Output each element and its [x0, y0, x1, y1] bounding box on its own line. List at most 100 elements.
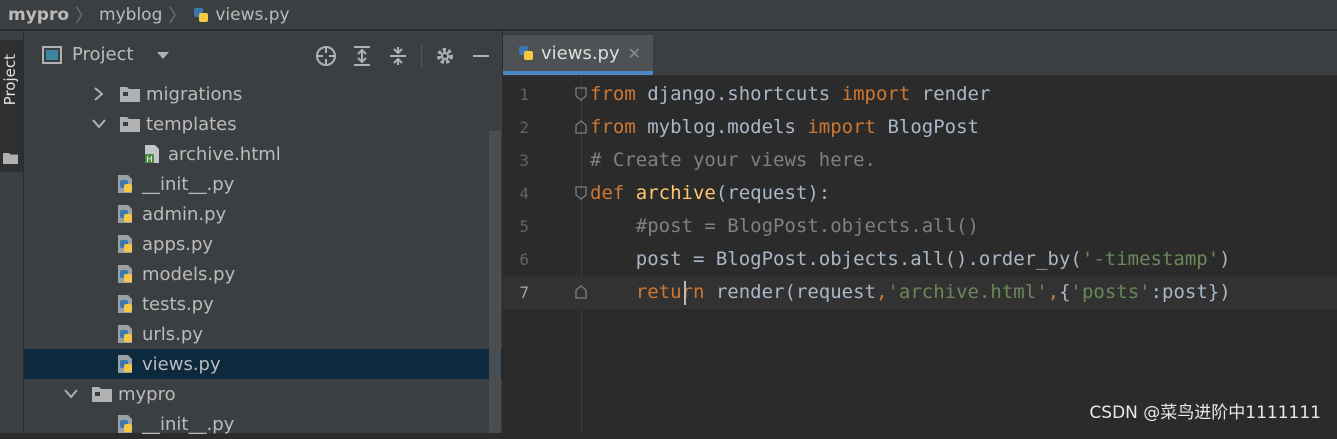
python-file-icon — [519, 46, 533, 60]
code-line[interactable]: 2 from myblog.models import BlogPost — [503, 111, 1337, 144]
code-token: BlogPost — [887, 116, 979, 138]
project-tree-scrollbar[interactable] — [489, 131, 501, 433]
tree-item-label: __init__.py — [142, 173, 235, 195]
breadcrumb-item-views[interactable]: views.py — [192, 4, 290, 25]
tree-item[interactable]: __init__.py — [24, 169, 502, 199]
tree-item-label: urls.py — [142, 323, 203, 345]
code-token: from — [590, 83, 648, 105]
code-token: from — [590, 116, 648, 138]
tree-item[interactable]: Harchive.html — [24, 139, 502, 169]
tree-item[interactable]: migrations — [24, 79, 502, 109]
tree-item[interactable]: __init__.py — [24, 409, 502, 439]
tree-item[interactable]: tests.py — [24, 289, 502, 319]
svg-text:H: H — [147, 155, 153, 164]
tree-item[interactable]: apps.py — [24, 229, 502, 259]
expand-all-icon[interactable] — [349, 44, 375, 68]
code-token: 'archive.html' — [887, 281, 1048, 303]
chevron-down-icon[interactable] — [62, 385, 80, 403]
project-panel-header: Project — [24, 31, 502, 81]
code-line[interactable]: 5 #post = BlogPost.objects.all() — [503, 210, 1337, 243]
line-number: 5 — [519, 217, 529, 236]
folder-icon — [3, 153, 18, 164]
tree-item-label: apps.py — [142, 233, 214, 255]
line-number: 7 — [519, 283, 529, 302]
tree-item-label: mypro — [118, 383, 176, 405]
code-token: { — [1059, 281, 1071, 303]
fold-marker-icon[interactable] — [575, 285, 587, 299]
code-line[interactable]: 4 def archive(request): — [503, 177, 1337, 210]
code-token: :post}) — [1150, 281, 1231, 303]
project-tool-tab[interactable]: Project — [0, 40, 23, 172]
code-text: from django.shortcuts import render — [590, 78, 990, 111]
code-line[interactable]: 1 from django.shortcuts import render — [503, 78, 1337, 111]
code-line[interactable]: 7 return render(request,'archive.html',{… — [503, 276, 1337, 309]
toolbar-divider — [421, 44, 422, 68]
tree-item[interactable]: templates — [24, 109, 502, 139]
collapse-all-icon[interactable] — [385, 44, 411, 68]
code-token: , — [1047, 281, 1060, 303]
dropdown-arrow-icon — [156, 51, 169, 59]
python-file-icon — [116, 414, 136, 434]
code-token: #post = BlogPost.objects.all() — [590, 215, 979, 237]
gear-icon[interactable] — [432, 44, 458, 68]
code-token: post = BlogPost.objects.all().order_by( — [590, 248, 1082, 270]
code-text: return render(request,'archive.html',{'p… — [590, 276, 1231, 309]
tree-item-label: archive.html — [168, 143, 281, 165]
line-number: 1 — [519, 85, 529, 104]
tree-item[interactable]: models.py — [24, 259, 502, 289]
code-token: (request): — [715, 182, 831, 204]
left-tool-strip: Project — [0, 31, 24, 433]
code-token: # Create your views here. — [590, 149, 876, 171]
breadcrumb-item-label: views.py — [215, 4, 290, 25]
project-tool-tab-label: Project — [1, 54, 19, 106]
breadcrumb-chevron-icon: 〉 — [168, 5, 187, 27]
tab-views-py[interactable]: views.py ✕ — [503, 35, 653, 75]
breadcrumb-item-myblog[interactable]: myblog — [99, 5, 162, 25]
fold-marker-icon[interactable] — [575, 87, 587, 101]
python-file-icon — [116, 294, 136, 314]
code-text: # Create your views here. — [590, 144, 876, 177]
tree-item-label: admin.py — [142, 203, 227, 225]
editor-tab-bar: views.py ✕ — [503, 31, 1337, 76]
python-file-icon — [116, 324, 136, 344]
python-file-icon — [116, 204, 136, 224]
line-number: 2 — [519, 118, 529, 137]
code-text: post = BlogPost.objects.all().order_by('… — [590, 243, 1231, 276]
fold-marker-icon[interactable] — [575, 186, 587, 200]
code-token: django.shortcuts — [647, 83, 842, 105]
code-text: #post = BlogPost.objects.all() — [590, 210, 979, 243]
fold-marker-icon[interactable] — [575, 120, 587, 134]
close-icon[interactable]: ✕ — [628, 44, 641, 63]
chevron-right-icon[interactable] — [90, 85, 108, 103]
tree-item-label: tests.py — [142, 293, 214, 315]
code-token: ) — [1219, 248, 1231, 270]
python-file-icon — [194, 7, 209, 22]
code-token: import — [807, 116, 888, 138]
html-file-icon: H — [142, 144, 162, 164]
minimize-icon[interactable] — [468, 44, 494, 68]
chevron-down-icon[interactable] — [90, 115, 108, 133]
breadcrumb-item-mypro[interactable]: mypro — [8, 5, 69, 25]
code-editor: views.py ✕ 1 from django.shortcuts import… — [503, 31, 1337, 433]
code-token: import — [841, 83, 922, 105]
tree-item-label: views.py — [142, 353, 221, 375]
code-token: myblog.models — [647, 116, 808, 138]
python-file-icon — [116, 234, 136, 254]
code-token: archive — [635, 182, 716, 204]
line-number: 3 — [519, 151, 529, 170]
tree-item[interactable]: mypro — [24, 379, 502, 409]
code-line[interactable]: 3 # Create your views here. — [503, 144, 1337, 177]
code-token: render(request — [715, 281, 876, 303]
code-line[interactable]: 6 post = BlogPost.objects.all().order_by… — [503, 243, 1337, 276]
tree-item[interactable]: views.py — [24, 349, 502, 379]
tree-item[interactable]: admin.py — [24, 199, 502, 229]
tree-item-label: __init__.py — [142, 413, 235, 435]
text-caret — [684, 281, 686, 305]
line-number: 4 — [519, 184, 529, 203]
project-view-selector[interactable]: Project — [42, 44, 170, 65]
tab-label: views.py — [541, 42, 620, 64]
project-window-icon — [42, 45, 62, 64]
tree-item[interactable]: urls.py — [24, 319, 502, 349]
code-token: return — [590, 281, 716, 303]
locate-file-icon[interactable] — [313, 44, 339, 68]
